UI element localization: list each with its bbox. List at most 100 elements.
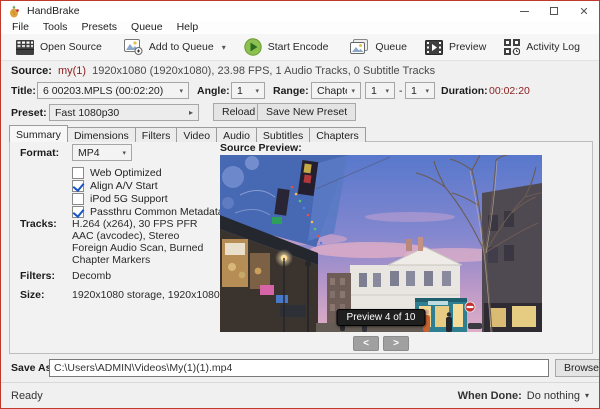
tab-video[interactable]: Video [176, 127, 217, 142]
source-name: my(1) [58, 65, 86, 77]
tracks-line-chapters: Chapter Markers [72, 254, 150, 266]
close-button[interactable]: ✕ [569, 1, 599, 21]
when-done-label: When Done: [458, 390, 522, 402]
maximize-button[interactable] [539, 1, 569, 21]
chevron-down-icon: ▾ [255, 87, 259, 95]
align-av-start-checkbox[interactable] [72, 180, 84, 192]
activity-log-button[interactable]: Activity Log [495, 35, 589, 59]
start-encode-play-icon [244, 38, 262, 56]
preset-select-value: Fast 1080p30 [55, 107, 185, 119]
format-label: Format: [20, 147, 59, 159]
source-preview-label: Source Preview: [220, 142, 302, 154]
minimize-button[interactable] [509, 1, 539, 21]
add-to-queue-label: Add to Queue [149, 41, 214, 53]
web-optimized-option[interactable]: Web Optimized [72, 166, 162, 179]
chevron-down-icon: ▾ [425, 87, 429, 95]
tab-subtitles[interactable]: Subtitles [256, 127, 310, 142]
range-from-value: 1 [371, 85, 381, 97]
ipod-5g-option[interactable]: iPod 5G Support [72, 192, 168, 205]
chevron-right-icon: ▸ [189, 108, 193, 117]
chevron-down-icon: ▾ [179, 87, 183, 95]
chevron-down-icon: ▾ [351, 87, 355, 95]
preview-prev-button[interactable]: < [353, 336, 379, 351]
duration-value: 00:02:20 [489, 85, 530, 97]
preview-counter-tooltip: Preview 4 of 10 [337, 309, 426, 326]
start-encode-label: Start Encode [268, 41, 329, 53]
title-select-value: 6 00203.MPLS (00:02:20) [43, 85, 175, 97]
menu-queue[interactable]: Queue [124, 21, 170, 34]
menu-file[interactable]: File [5, 21, 36, 34]
maximize-icon [550, 7, 558, 15]
presets-button[interactable]: Presets ▾ [593, 35, 600, 59]
range-from-select[interactable]: 1 ▾ [365, 82, 395, 99]
passthru-metadata-label: Passthru Common Metadata [90, 206, 224, 218]
angle-select[interactable]: 1 ▾ [231, 82, 265, 99]
preview-film-icon [425, 40, 443, 55]
save-as-row: Save As: Browse [1, 359, 599, 379]
handbrake-logo-icon [8, 5, 21, 18]
start-encode-button[interactable]: Start Encode [235, 35, 338, 59]
format-select-value: MP4 [78, 147, 118, 159]
source-label: Source: [11, 65, 52, 77]
tab-audio[interactable]: Audio [216, 127, 257, 142]
tab-chapters[interactable]: Chapters [309, 127, 366, 142]
minimize-icon [520, 11, 529, 12]
ipod-5g-checkbox[interactable] [72, 193, 84, 205]
align-av-start-option[interactable]: Align A/V Start [72, 179, 158, 192]
menu-help[interactable]: Help [170, 21, 206, 34]
street-scene-preview [220, 155, 542, 332]
web-optimized-label: Web Optimized [90, 167, 162, 179]
ipod-5g-label: iPod 5G Support [90, 193, 168, 205]
menu-bar: File Tools Presets Queue Help [1, 21, 599, 34]
open-source-button[interactable]: Open Source [7, 35, 111, 59]
menu-presets[interactable]: Presets [74, 21, 124, 34]
activity-log-icon [504, 39, 520, 55]
add-to-queue-button[interactable]: Add to Queue ▾ [115, 35, 235, 59]
preview-button[interactable]: Preview [416, 35, 495, 59]
tracks-label: Tracks: [20, 218, 57, 230]
title-bar: HandBrake ✕ [1, 1, 599, 21]
align-av-start-label: Align A/V Start [90, 180, 158, 192]
range-to-value: 1 [411, 85, 421, 97]
tab-dimensions[interactable]: Dimensions [67, 127, 136, 142]
preset-select[interactable]: Fast 1080p30 ▸ [49, 104, 199, 121]
toolbar: Open Source Add to Queue ▾ Start Encode [1, 34, 599, 61]
title-select[interactable]: 6 00203.MPLS (00:02:20) ▾ [37, 82, 189, 99]
queue-button[interactable]: Queue [341, 35, 416, 59]
tab-filters[interactable]: Filters [135, 127, 178, 142]
when-done-control[interactable]: When Done: Do nothing ▾ [458, 390, 589, 402]
tracks-line-video: H.264 (x264), 30 FPS PFR [72, 218, 197, 230]
handbrake-window: HandBrake ✕ File Tools Presets Queue Hel… [0, 0, 600, 409]
web-optimized-checkbox[interactable] [72, 167, 84, 179]
menu-tools[interactable]: Tools [36, 21, 75, 34]
title-label: Title: [11, 85, 36, 97]
range-dash: - [399, 85, 403, 97]
chevron-down-icon: ▾ [222, 43, 226, 52]
source-info-row: Source: my(1) 1920x1080 (1920x1080), 23.… [11, 63, 589, 79]
preview-nav: < > [220, 336, 542, 351]
chevron-down-icon: ▾ [385, 87, 389, 95]
tab-strip: Summary Dimensions Filters Video Audio S… [9, 125, 365, 142]
clapperboard-icon [16, 40, 34, 55]
preview-label: Preview [449, 41, 486, 53]
range-type-select[interactable]: Chapters ▾ [311, 82, 361, 99]
open-source-label: Open Source [40, 41, 102, 53]
angle-label: Angle: [197, 85, 230, 97]
passthru-metadata-option[interactable]: Passthru Common Metadata [72, 205, 224, 218]
tab-summary[interactable]: Summary [9, 125, 68, 142]
window-title: HandBrake [27, 5, 80, 17]
passthru-metadata-checkbox[interactable] [72, 206, 84, 218]
queue-icon [350, 39, 369, 55]
range-to-select[interactable]: 1 ▾ [405, 82, 435, 99]
chevron-down-icon: ▾ [122, 149, 126, 157]
browse-button[interactable]: Browse [555, 359, 600, 377]
range-label: Range: [273, 85, 309, 97]
angle-select-value: 1 [237, 85, 251, 97]
preview-next-button[interactable]: > [383, 336, 409, 351]
duration-label: Duration: [441, 85, 488, 97]
format-select[interactable]: MP4 ▾ [72, 144, 132, 161]
tracks-line-audio: AAC (avcodec), Stereo [72, 230, 179, 242]
save-as-input[interactable] [49, 359, 549, 377]
preset-label: Preset: [11, 107, 47, 119]
save-new-preset-button[interactable]: Save New Preset [257, 103, 356, 121]
